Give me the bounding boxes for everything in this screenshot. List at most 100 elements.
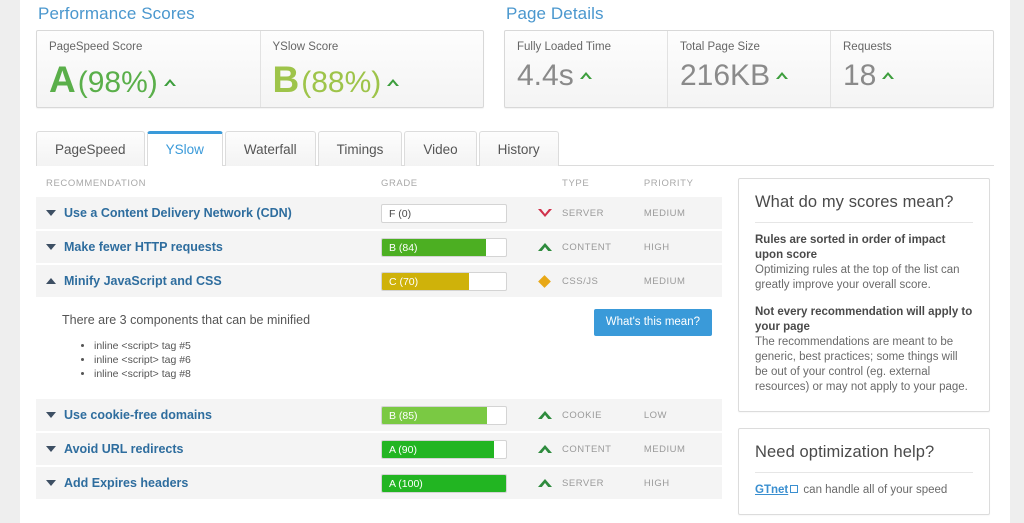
caret-up-icon bbox=[579, 72, 592, 80]
expand-triangle-icon[interactable] bbox=[46, 480, 56, 486]
grade-cell: C (70) bbox=[380, 271, 527, 291]
grade-bar-label: C (70) bbox=[388, 275, 419, 288]
grade-bar-label: F (0) bbox=[388, 207, 412, 220]
caret-up-icon bbox=[776, 72, 789, 80]
grade-bar-label: A (90) bbox=[388, 443, 417, 456]
caret-up-icon bbox=[387, 79, 400, 87]
recommendation-cell: Minify JavaScript and CSS bbox=[46, 274, 381, 288]
scores-explainer-panel: What do my scores mean? Rules are sorted… bbox=[738, 178, 990, 412]
column-header-recommendation: RECOMMENDATION bbox=[46, 178, 147, 189]
recommendation-label[interactable]: Minify JavaScript and CSS bbox=[64, 274, 222, 288]
requests-value: 18 bbox=[843, 59, 877, 92]
tab-waterfall[interactable]: Waterfall bbox=[224, 131, 316, 166]
tab-yslow[interactable]: YSlow bbox=[146, 131, 223, 167]
explainer-body-1: Optimizing rules at the top of the list … bbox=[755, 264, 960, 291]
metric-requests[interactable]: Requests 18 bbox=[830, 31, 993, 107]
table-row[interactable]: Add Expires headers A (100) SERVER HIGH bbox=[36, 467, 722, 501]
optimization-help-panel: Need optimization help? GTnet can handle… bbox=[738, 428, 990, 515]
explainer-heading-1: Rules are sorted in order of impact upon… bbox=[755, 234, 946, 261]
trend-icon-cell bbox=[527, 274, 562, 288]
grade-bar: A (90) bbox=[380, 439, 507, 459]
recommendation-cell: Make fewer HTTP requests bbox=[46, 240, 381, 254]
priority-cell: LOW bbox=[643, 409, 667, 421]
priority-cell: MEDIUM bbox=[643, 207, 686, 219]
performance-scores-block: Performance Scores PageSpeed Score A (98… bbox=[36, 0, 492, 108]
metric-total-page-size[interactable]: Total Page Size 216KB bbox=[667, 31, 830, 107]
recommendation-label[interactable]: Use a Content Delivery Network (CDN) bbox=[64, 206, 292, 220]
explainer-body-2: The recommendations are meant to be gene… bbox=[755, 336, 968, 393]
chevron-up-green-icon bbox=[537, 445, 552, 454]
explainer-heading-2: Not every recommendation will apply to y… bbox=[755, 306, 973, 333]
column-header-priority: PRIORITY bbox=[643, 178, 694, 189]
pagespeed-grade-percent: (98%) bbox=[77, 66, 158, 99]
type-cell: COOKIE bbox=[562, 409, 602, 421]
type-cell: CONTENT bbox=[562, 443, 612, 455]
expand-triangle-icon[interactable] bbox=[46, 446, 56, 452]
table-header-row: RECOMMENDATION GRADE TYPE PRIORITY bbox=[36, 178, 722, 197]
recommendation-cell: Use cookie-free domains bbox=[46, 408, 381, 422]
performance-scores-card: PageSpeed Score A (98%) YSlow Score B (8… bbox=[36, 30, 484, 108]
table-row[interactable]: Use cookie-free domains B (85) COOKIE LOW bbox=[36, 399, 722, 433]
table-row[interactable]: Avoid URL redirects A (90) CONTENT MEDIUM bbox=[36, 433, 722, 467]
grade-cell: B (85) bbox=[380, 405, 527, 425]
yslow-grade-letter: B bbox=[272, 59, 300, 100]
tab-timings[interactable]: Timings bbox=[317, 131, 403, 166]
type-cell: SERVER bbox=[562, 477, 604, 489]
sidebar: What do my scores mean? Rules are sorted… bbox=[738, 178, 990, 523]
fully-loaded-time-value: 4.4s bbox=[517, 59, 574, 92]
grade-cell: A (100) bbox=[380, 473, 527, 493]
page-details-title: Page Details bbox=[506, 4, 604, 23]
type-cell: SERVER bbox=[562, 207, 604, 219]
gtnet-link[interactable]: GTnet bbox=[755, 484, 788, 496]
performance-scores-title: Performance Scores bbox=[38, 4, 195, 23]
grade-bar-label: B (85) bbox=[388, 409, 418, 422]
table-row[interactable]: Make fewer HTTP requests B (84) CONTENT HIG… bbox=[36, 231, 722, 265]
list-item: inline <script> tag #8 bbox=[94, 367, 712, 381]
type-cell: CONTENT bbox=[562, 241, 612, 253]
recommendation-label[interactable]: Use cookie-free domains bbox=[64, 408, 212, 422]
table-row[interactable]: Minify JavaScript and CSS C (70) CSS/JS MED… bbox=[36, 265, 722, 299]
diamond-orange-icon bbox=[538, 274, 551, 288]
metric-fully-loaded-time[interactable]: Fully Loaded Time 4.4s bbox=[505, 31, 667, 107]
table-row[interactable]: Use a Content Delivery Network (CDN) F (0… bbox=[36, 197, 722, 231]
chevron-down-red-icon bbox=[537, 209, 552, 217]
chevron-up-green-icon bbox=[537, 243, 552, 252]
collapse-triangle-icon[interactable] bbox=[46, 278, 56, 284]
metric-label: Fully Loaded Time bbox=[517, 41, 611, 53]
expand-triangle-icon[interactable] bbox=[46, 244, 56, 250]
metric-label: Requests bbox=[843, 41, 892, 53]
external-link-icon bbox=[790, 485, 799, 493]
trend-icon-cell bbox=[527, 209, 562, 217]
grade-bar: C (70) bbox=[380, 271, 507, 291]
whats-this-mean-button[interactable]: What's this mean? bbox=[593, 309, 712, 336]
grade-bar: F (0) bbox=[380, 203, 507, 223]
tab-history[interactable]: History bbox=[478, 131, 559, 166]
recommendation-label[interactable]: Add Expires headers bbox=[64, 476, 188, 490]
tab-video[interactable]: Video bbox=[404, 131, 477, 166]
trend-icon-cell bbox=[527, 411, 562, 420]
recommendation-cell: Add Expires headers bbox=[46, 476, 381, 490]
report-body: RECOMMENDATION GRADE TYPE PRIORITY Use a… bbox=[36, 166, 994, 523]
tab-pagespeed[interactable]: PageSpeed bbox=[36, 131, 145, 166]
metric-label: PageSpeed Score bbox=[49, 41, 143, 53]
recommendation-cell: Use a Content Delivery Network (CDN) bbox=[46, 206, 381, 220]
recommendation-label[interactable]: Make fewer HTTP requests bbox=[64, 240, 223, 254]
column-header-grade: GRADE bbox=[380, 178, 418, 189]
page-right-gutter bbox=[1010, 0, 1024, 523]
grade-cell: B (84) bbox=[380, 237, 527, 257]
page-details-block: Page Details Fully Loaded Time 4.4s Tota… bbox=[504, 0, 994, 108]
expand-triangle-icon[interactable] bbox=[46, 210, 56, 216]
trend-icon-cell bbox=[527, 445, 562, 454]
metric-yslow-score[interactable]: YSlow Score B (88%) bbox=[259, 31, 484, 107]
trend-icon-cell bbox=[527, 479, 562, 488]
report-page: Performance Scores PageSpeed Score A (98… bbox=[20, 0, 1010, 523]
recommendation-cell: Avoid URL redirects bbox=[46, 442, 381, 456]
expand-triangle-icon[interactable] bbox=[46, 412, 56, 418]
metric-pagespeed-score[interactable]: PageSpeed Score A (98%) bbox=[37, 31, 260, 107]
grade-bar: A (100) bbox=[380, 473, 507, 493]
recommendation-label[interactable]: Avoid URL redirects bbox=[64, 442, 183, 456]
priority-cell: HIGH bbox=[643, 477, 670, 489]
grade-bar: B (84) bbox=[380, 237, 507, 257]
metric-label: YSlow Score bbox=[272, 41, 339, 53]
page-details-card: Fully Loaded Time 4.4s Total Page Size 2… bbox=[504, 30, 994, 108]
